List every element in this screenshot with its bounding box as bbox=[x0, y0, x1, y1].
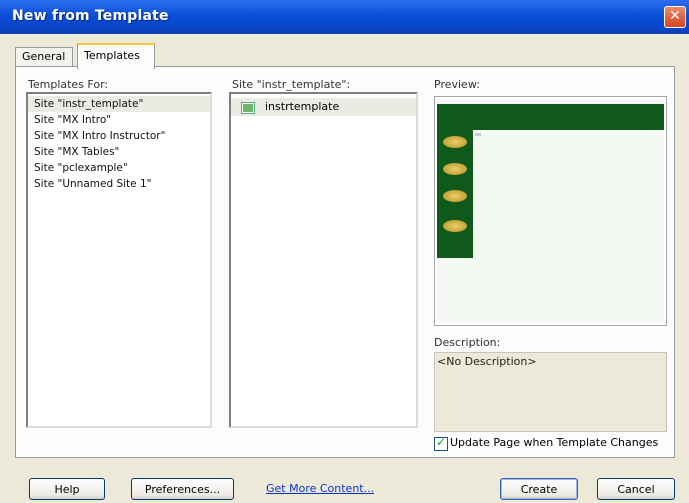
list-item[interactable]: Site "instr_template" bbox=[28, 96, 210, 112]
list-item[interactable]: Site "pclexample" bbox=[28, 160, 210, 176]
list-item[interactable]: Site "MX Intro" bbox=[28, 112, 210, 128]
preview-nav-button bbox=[443, 220, 467, 232]
cancel-button[interactable]: Cancel bbox=[597, 478, 675, 500]
list-item[interactable]: Site "MX Tables" bbox=[28, 144, 210, 160]
preview-content-mark bbox=[475, 133, 481, 136]
new-from-template-dialog: New from Template ✕ General Templates Te… bbox=[0, 0, 689, 503]
title-bar[interactable]: New from Template ✕ bbox=[0, 0, 689, 34]
get-more-content-link[interactable]: Get More Content... bbox=[266, 482, 374, 495]
site-templates-label: Site "instr_template": bbox=[232, 78, 351, 91]
preview-nav-button bbox=[443, 190, 467, 202]
preview-image bbox=[437, 99, 664, 323]
update-page-checkbox[interactable] bbox=[434, 435, 448, 451]
site-templates-list[interactable]: instrtemplate bbox=[229, 92, 418, 428]
preview-header-bar bbox=[437, 104, 664, 130]
close-icon[interactable]: ✕ bbox=[664, 6, 686, 28]
list-item[interactable]: Site "Unnamed Site 1" bbox=[28, 176, 210, 192]
description-box: <No Description> bbox=[434, 352, 667, 432]
templates-for-label: Templates For: bbox=[28, 78, 109, 91]
template-name: instrtemplate bbox=[265, 100, 340, 113]
list-item[interactable]: Site "MX Intro Instructor" bbox=[28, 128, 210, 144]
preferences-button[interactable]: Preferences... bbox=[131, 478, 234, 500]
tab-general[interactable]: General bbox=[15, 47, 73, 66]
description-value: <No Description> bbox=[437, 355, 537, 368]
template-preview bbox=[434, 96, 667, 326]
create-button[interactable]: Create bbox=[500, 478, 578, 500]
tab-templates[interactable]: Templates bbox=[77, 43, 155, 69]
preview-nav-button bbox=[443, 163, 467, 175]
preview-sidebar bbox=[437, 130, 473, 258]
template-file-icon bbox=[241, 102, 255, 114]
list-item[interactable]: instrtemplate bbox=[231, 98, 416, 116]
preview-nav-button bbox=[443, 136, 467, 148]
templates-for-list[interactable]: Site "instr_template" Site "MX Intro" Si… bbox=[26, 92, 212, 428]
preview-label: Preview: bbox=[434, 78, 480, 91]
description-label: Description: bbox=[434, 336, 501, 349]
update-page-label[interactable]: Update Page when Template Changes bbox=[450, 436, 658, 449]
window-title: New from Template bbox=[12, 8, 169, 24]
help-button[interactable]: Help bbox=[29, 478, 105, 500]
